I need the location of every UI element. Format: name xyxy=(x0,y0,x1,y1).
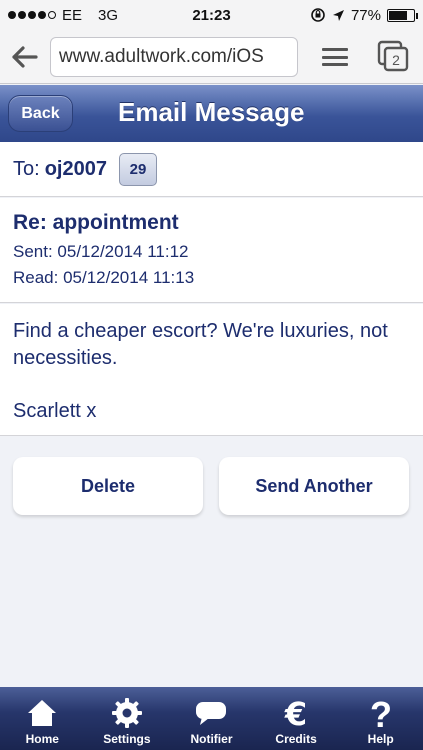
page-header: Back Email Message xyxy=(0,85,423,142)
tab-settings-label: Settings xyxy=(103,732,151,746)
status-bar: EE 3G 21:23 77% xyxy=(0,0,423,30)
svg-text:2: 2 xyxy=(392,52,400,68)
tab-notifier[interactable]: Notifier xyxy=(169,687,254,750)
message-subject: Re: appointment xyxy=(13,211,179,234)
url-field[interactable]: www.adultwork.com/iOS xyxy=(50,36,298,77)
browser-back-button[interactable] xyxy=(0,30,50,84)
gear-icon xyxy=(111,696,143,730)
menu-icon[interactable] xyxy=(322,45,348,69)
read-date: Read: 05/12/2014 11:13 xyxy=(13,268,195,287)
tab-help[interactable]: ? Help xyxy=(338,687,423,750)
message-signoff: Scarlett x xyxy=(13,400,97,422)
carrier-name: EE xyxy=(62,6,83,24)
message-body: Find a cheaper escort? We're luxuries, n… xyxy=(0,304,423,436)
battery-percent: 77% xyxy=(350,6,381,24)
tab-help-label: Help xyxy=(367,732,394,746)
home-icon xyxy=(26,696,58,730)
sent-date: Sent: 05/12/2014 11:12 xyxy=(13,242,189,261)
location-arrow-icon xyxy=(332,9,344,21)
status-left: EE 3G xyxy=(8,7,118,24)
back-arrow-icon xyxy=(12,45,38,68)
tab-home[interactable]: Home xyxy=(0,687,85,750)
battery-icon xyxy=(387,8,418,22)
delete-button[interactable]: Delete xyxy=(13,457,203,515)
send-another-button[interactable]: Send Another xyxy=(219,457,409,515)
status-right: 77% xyxy=(310,6,418,24)
back-button[interactable]: Back xyxy=(8,95,73,132)
svg-text:€: € xyxy=(284,697,307,729)
signal-strength-icon xyxy=(8,11,56,19)
svg-text:?: ? xyxy=(370,696,392,730)
tab-credits-label: Credits xyxy=(275,732,317,746)
tab-notifier-label: Notifier xyxy=(190,732,233,746)
recipient-row: To: oj2007 29 xyxy=(0,142,423,197)
tabs-icon: 2 xyxy=(377,40,409,72)
tab-credits[interactable]: € Credits xyxy=(254,687,339,750)
message-body-text: Find a cheaper escort? We're luxuries, n… xyxy=(13,320,388,369)
recipient-name[interactable]: oj2007 xyxy=(45,158,107,181)
tab-home-label: Home xyxy=(25,732,59,746)
count-badge[interactable]: 29 xyxy=(118,152,157,186)
to-label: To: xyxy=(13,157,40,180)
browser-toolbar: www.adultwork.com/iOS 2 xyxy=(0,30,423,84)
speech-bubble-icon xyxy=(194,696,228,730)
euro-icon: € xyxy=(281,696,311,730)
tab-settings[interactable]: Settings xyxy=(85,687,170,750)
bottom-tab-bar: Home Settings Notifier € Credits ? Help xyxy=(0,687,423,750)
network-type: 3G xyxy=(98,6,119,24)
question-mark-icon: ? xyxy=(366,696,396,730)
page-title: Email Message xyxy=(118,97,305,127)
rotation-lock-icon xyxy=(311,8,325,22)
message-meta: Re: appointment Sent: 05/12/2014 11:12 R… xyxy=(0,198,423,303)
tabs-button[interactable]: 2 xyxy=(377,40,409,72)
